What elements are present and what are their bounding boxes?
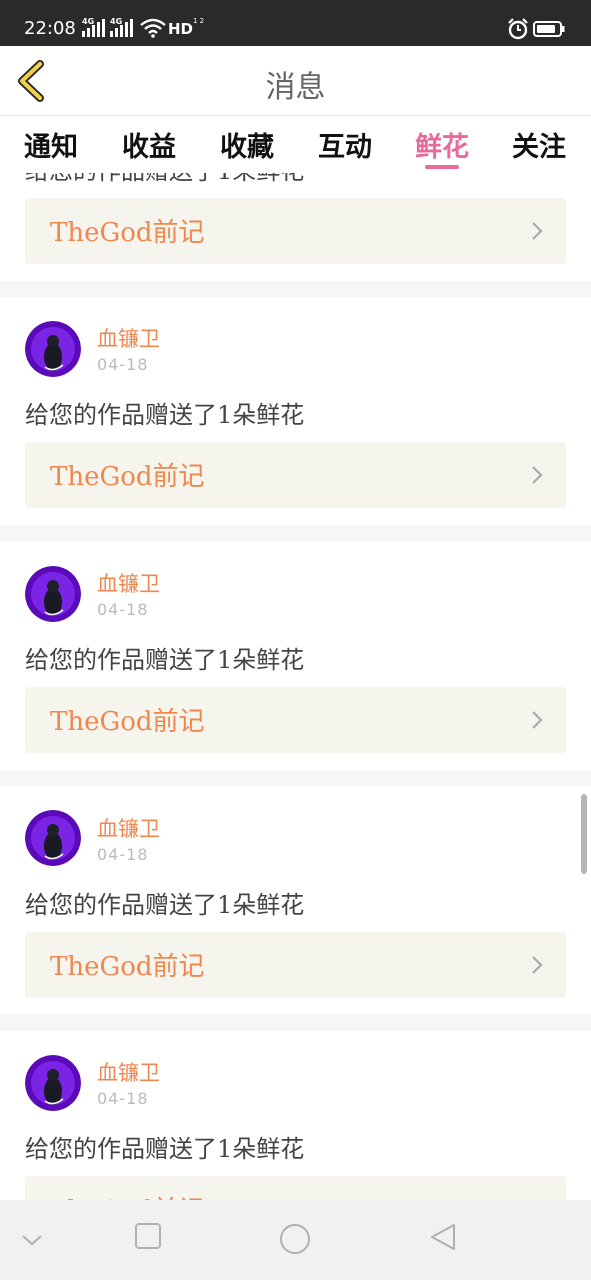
tab-bar: 通知 收益 收藏 互动 鲜花 关注	[0, 117, 591, 173]
avatar[interactable]	[25, 1055, 81, 1111]
tab-flowers[interactable]: 鲜花	[415, 125, 469, 164]
chevron-down-icon[interactable]	[20, 1232, 44, 1248]
signal-icon-2: 4G	[110, 17, 136, 37]
chevron-right-icon	[532, 222, 543, 240]
list-item: 血镰卫 04-18 给您的作品赠送了1朵鲜花 TheGod前记	[0, 541, 591, 770]
work-title: TheGod前记	[50, 1190, 205, 1200]
tab-earnings[interactable]: 收益	[122, 125, 176, 164]
work-title: TheGod前记	[50, 218, 205, 248]
recent-apps-button[interactable]	[134, 1222, 162, 1250]
message-date: 04-18	[97, 355, 149, 374]
tab-interactions[interactable]: 互动	[318, 125, 372, 164]
tab-following[interactable]: 关注	[512, 125, 566, 164]
scrollbar[interactable]	[581, 794, 587, 874]
list-item: 给您的作品赠送了1朵鲜花 TheGod前记	[0, 173, 591, 281]
chevron-right-icon	[532, 711, 543, 729]
message-date: 04-18	[97, 1089, 149, 1108]
message-text: 给您的作品赠送了1朵鲜花	[25, 1135, 305, 1163]
page-title: 消息	[265, 70, 326, 105]
tab-active-indicator	[425, 165, 459, 169]
message-date: 04-18	[97, 845, 149, 864]
message-list[interactable]: 给您的作品赠送了1朵鲜花 TheGod前记 血镰卫 04-18 给您的作品赠送了…	[0, 173, 591, 1200]
hd-sub: 1 2	[193, 17, 205, 25]
system-nav-bar	[0, 1200, 591, 1280]
message-text: 给您的作品赠送了1朵鲜花	[25, 401, 305, 429]
avatar[interactable]	[25, 810, 81, 866]
message-text: 给您的作品赠送了1朵鲜花	[25, 646, 305, 674]
username[interactable]: 血镰卫	[97, 568, 160, 598]
work-link[interactable]: TheGod前记	[25, 1176, 566, 1200]
message-text: 给您的作品赠送了1朵鲜花	[25, 173, 304, 186]
chevron-right-icon	[532, 956, 543, 974]
status-time: 22:08	[24, 18, 76, 39]
avatar[interactable]	[25, 321, 81, 377]
work-link[interactable]: TheGod前记	[25, 687, 566, 753]
username[interactable]: 血镰卫	[97, 813, 160, 843]
signal-icon: 4G	[82, 17, 106, 37]
username[interactable]: 血镰卫	[97, 323, 160, 353]
list-item: 血镰卫 04-18 给您的作品赠送了1朵鲜花 TheGod前记	[0, 297, 591, 525]
list-item: 血镰卫 04-18 给您的作品赠送了1朵鲜花 TheGod前记	[0, 1031, 591, 1200]
list-item: 血镰卫 04-18 给您的作品赠送了1朵鲜花 TheGod前记	[0, 786, 591, 1014]
username[interactable]: 血镰卫	[97, 1057, 160, 1087]
tab-notifications[interactable]: 通知	[24, 125, 78, 164]
work-link[interactable]: TheGod前记	[25, 932, 566, 998]
avatar[interactable]	[25, 566, 81, 622]
work-link[interactable]: TheGod前记	[25, 442, 566, 508]
back-nav-button[interactable]	[428, 1222, 458, 1252]
alarm-icon	[508, 18, 528, 40]
battery-icon	[533, 21, 565, 37]
message-date: 04-18	[97, 600, 149, 619]
work-title: TheGod前记	[50, 707, 205, 737]
work-title: TheGod前记	[50, 462, 205, 492]
wifi-icon	[140, 18, 166, 38]
home-button[interactable]	[279, 1223, 311, 1255]
work-title: TheGod前记	[50, 952, 205, 982]
tab-favorites[interactable]: 收藏	[220, 125, 274, 164]
chevron-right-icon	[532, 466, 543, 484]
status-bar: 22:08 4G 4G HD 1 2	[0, 0, 591, 46]
work-link[interactable]: TheGod前记	[25, 198, 566, 264]
message-text: 给您的作品赠送了1朵鲜花	[25, 891, 305, 919]
hd-label: HD	[168, 20, 194, 38]
header: 消息	[0, 46, 591, 116]
